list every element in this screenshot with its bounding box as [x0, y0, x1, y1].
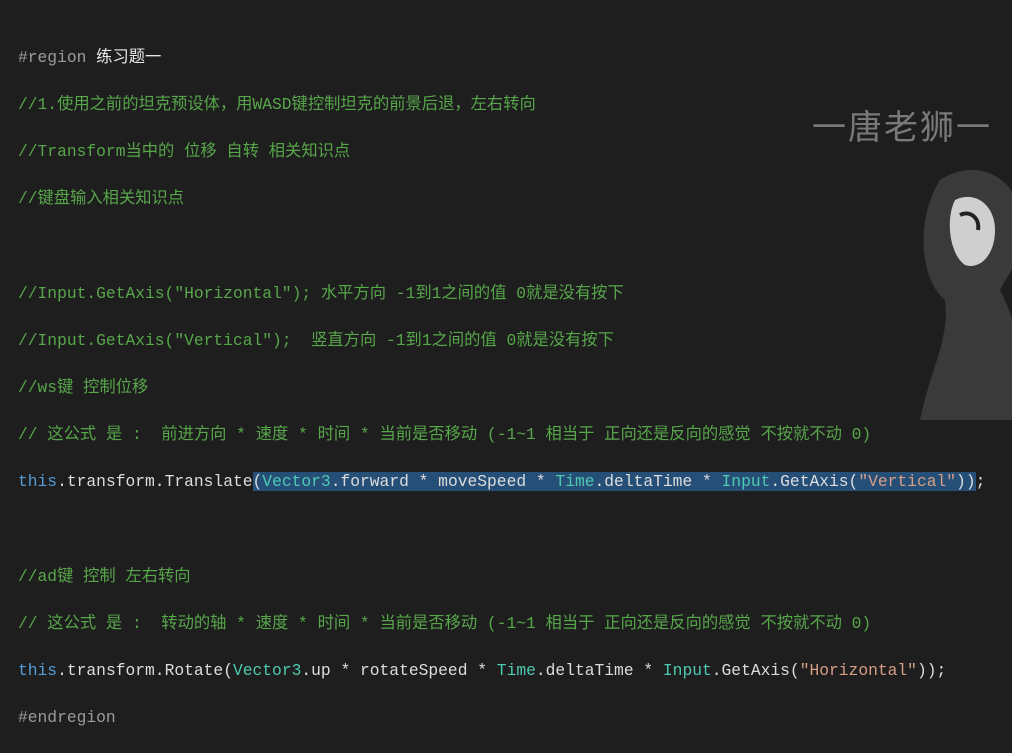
code: .transform.Translate: [57, 472, 253, 492]
code: .deltaTime *: [594, 472, 722, 492]
type: Time: [555, 472, 595, 492]
type: Input: [662, 661, 712, 681]
code: (: [252, 472, 263, 492]
code-line-translate: this.transform.Translate(Vector3.forward…: [18, 470, 985, 494]
type: Input: [721, 472, 771, 492]
code: .up * rotateSpeed *: [301, 661, 497, 681]
comment-line: //键盘输入相关知识点: [18, 189, 185, 209]
code: .transform.Rotate(: [57, 661, 233, 681]
comment-line: //1.使用之前的坦克预设体，用WASD键控制坦克的前景后退，左右转向: [18, 94, 536, 114]
comment-line: // 这公式 是 : 转动的轴 * 速度 * 时间 * 当前是否移动 (-1~1…: [18, 613, 872, 633]
comment-line: //Input.GetAxis("Horizontal"); 水平方向 -1到1…: [18, 283, 624, 303]
keyword: this: [18, 472, 58, 492]
comment-line: //ws键 控制位移: [18, 377, 149, 397]
comment-line: //Transform当中的 位移 自转 相关知识点: [18, 141, 351, 161]
code: ;: [975, 472, 986, 492]
type: Vector3: [232, 661, 302, 681]
code-editor[interactable]: #region 练习题一 //1.使用之前的坦克预设体，用WASD键控制坦克的前…: [18, 22, 985, 753]
code: )): [956, 472, 976, 492]
preprocessor: #region: [18, 47, 97, 67]
code-line: #region 练习题一: [18, 46, 985, 70]
code: .GetAxis(: [711, 661, 800, 681]
code: ));: [916, 661, 947, 681]
comment-line: //Input.GetAxis("Vertical"); 竖直方向 -1到1之间…: [18, 330, 614, 350]
string: "Vertical": [858, 472, 957, 492]
code: .deltaTime *: [535, 661, 663, 681]
preprocessor: #endregion: [18, 708, 116, 728]
region-name: 练习题一: [96, 47, 162, 67]
comment-line: // 这公式 是 : 前进方向 * 速度 * 时间 * 当前是否移动 (-1~1…: [18, 425, 872, 445]
string: "Horizontal": [799, 661, 917, 681]
code: .GetAxis(: [770, 472, 859, 492]
code: .forward * moveSpeed *: [330, 472, 556, 492]
comment-line: //ad键 控制 左右转向: [18, 566, 191, 586]
keyword: this: [18, 661, 58, 681]
type: Vector3: [262, 472, 331, 492]
code-line-rotate: this.transform.Rotate(Vector3.up * rotat…: [18, 659, 985, 683]
selection[interactable]: (Vector3.forward * moveSpeed * Time.delt…: [252, 472, 976, 492]
type: Time: [496, 661, 536, 681]
